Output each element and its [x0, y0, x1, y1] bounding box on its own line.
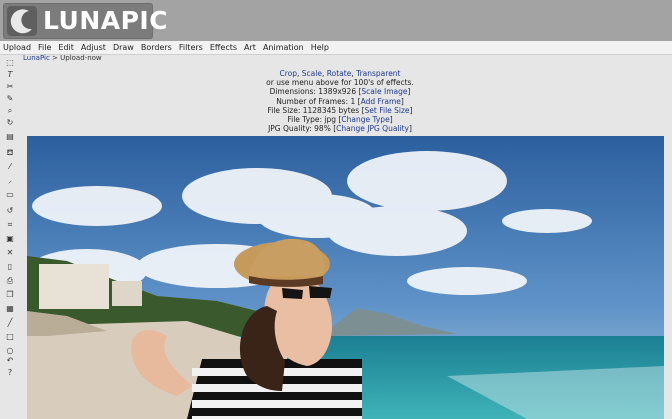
file-size-line: File Size: 1128345 bytes [Set File Size]	[267, 105, 413, 115]
jpg-quality-label: JPG Quality: 98%	[268, 124, 331, 134]
menu-art[interactable]: Art	[244, 41, 256, 54]
page-icon[interactable]: ▯	[5, 262, 15, 272]
beach-photo-illustration	[27, 136, 664, 419]
zoom-icon[interactable]: ⌕	[5, 106, 15, 116]
menu-adjust[interactable]: Adjust	[81, 41, 106, 54]
breadcrumb-current: Upload-now	[60, 54, 102, 62]
close-icon[interactable]: ✕	[5, 248, 15, 258]
eyedropper-icon[interactable]: ⁄	[5, 162, 15, 172]
lunapic-logo[interactable]: LUNAPIC	[3, 3, 168, 39]
menu-upload[interactable]: Upload	[3, 41, 31, 54]
help-icon[interactable]: ?	[5, 368, 15, 378]
breadcrumb-separator: >	[49, 54, 61, 62]
menu-hint-text: or use menu above for 100's of effects.	[266, 78, 414, 88]
dimensions-label: Dimensions: 1389x926	[269, 87, 357, 97]
folder-icon[interactable]: ▭	[5, 190, 15, 200]
paint-bucket-icon[interactable]: ⛾	[5, 148, 15, 158]
copy-icon[interactable]: ❐	[5, 290, 15, 300]
quick-links-line: Crop, Scale, Rotate, Transparent	[279, 69, 401, 78]
menu-borders[interactable]: Borders	[141, 41, 172, 54]
scissors-icon[interactable]: ✂	[5, 82, 15, 92]
layers-icon[interactable]: ▤	[5, 132, 15, 142]
menu-draw[interactable]: Draw	[113, 41, 134, 54]
undo-arrow-icon[interactable]: ↺	[5, 206, 15, 216]
frames-label: Number of Frames: 1	[276, 96, 356, 106]
scale-link[interactable]: Scale	[302, 69, 322, 78]
top-banner: LUNAPIC	[0, 0, 672, 41]
change-type-link[interactable]: Change Type	[341, 115, 389, 124]
save-icon[interactable]: ▣	[5, 234, 15, 244]
rotate-link[interactable]: Rotate	[327, 69, 352, 78]
crop-icon[interactable]: ⌗	[5, 220, 15, 230]
scale-image-link[interactable]: Scale Image	[361, 87, 407, 96]
images-icon[interactable]: ▦	[5, 304, 15, 314]
line-icon[interactable]: ╱	[5, 318, 15, 328]
add-frame-link[interactable]: Add Frame	[361, 97, 401, 106]
image-info-panel: Crop, Scale, Rotate, Transparent or use …	[130, 69, 550, 133]
tool-sidebar: ⬚ T ✂ ✎ ⌕ ↻ ▤ ⛾ ⁄ ⸝ ▭ ↺ ⌗ ▣ ✕ ▯ ⎙ ❐ ▦ ╱ …	[0, 56, 20, 419]
logo-moon-icon	[7, 6, 37, 36]
menu-filters[interactable]: Filters	[179, 41, 203, 54]
menu-help[interactable]: Help	[311, 41, 329, 54]
menu-animation[interactable]: Animation	[263, 41, 304, 54]
dimensions-line: Dimensions: 1389x926 [Scale Image]	[269, 87, 411, 97]
redo-icon[interactable]: ↶	[5, 356, 15, 366]
menu-file[interactable]: File	[38, 41, 51, 54]
circle-icon[interactable]: ○	[5, 346, 15, 356]
edited-photo[interactable]	[27, 136, 664, 419]
brush-icon[interactable]: ⸝	[5, 176, 15, 186]
rotate-icon[interactable]: ↻	[5, 118, 15, 128]
select-icon[interactable]: ⬚	[5, 58, 15, 68]
crop-link[interactable]: Crop	[279, 69, 297, 78]
set-file-size-link[interactable]: Set File Size	[365, 106, 410, 115]
file-type-line: File Type: jpg [Change Type]	[287, 115, 393, 125]
file-size-label: File Size: 1128345 bytes	[267, 105, 360, 115]
menu-effects[interactable]: Effects	[210, 41, 237, 54]
transparent-link[interactable]: Transparent	[356, 69, 400, 78]
jpg-quality-line: JPG Quality: 98% [Change JPG Quality]	[268, 124, 412, 134]
logo-text: LUNAPIC	[43, 6, 169, 35]
change-jpg-quality-link[interactable]: Change JPG Quality	[336, 124, 409, 133]
menu-edit[interactable]: Edit	[58, 41, 74, 54]
square-icon[interactable]: □	[5, 332, 15, 342]
print-icon[interactable]: ⎙	[5, 276, 15, 286]
main-menu-bar: Upload File Edit Adjust Draw Borders Fil…	[0, 41, 672, 55]
frames-line: Number of Frames: 1 [Add Frame]	[276, 96, 404, 106]
breadcrumb: LunaPic > Upload-now	[23, 54, 102, 62]
breadcrumb-root-link[interactable]: LunaPic	[23, 54, 50, 62]
pencil-icon[interactable]: ✎	[5, 94, 15, 104]
file-type-label: File Type: jpg	[287, 115, 337, 125]
text-icon[interactable]: T	[5, 70, 15, 80]
